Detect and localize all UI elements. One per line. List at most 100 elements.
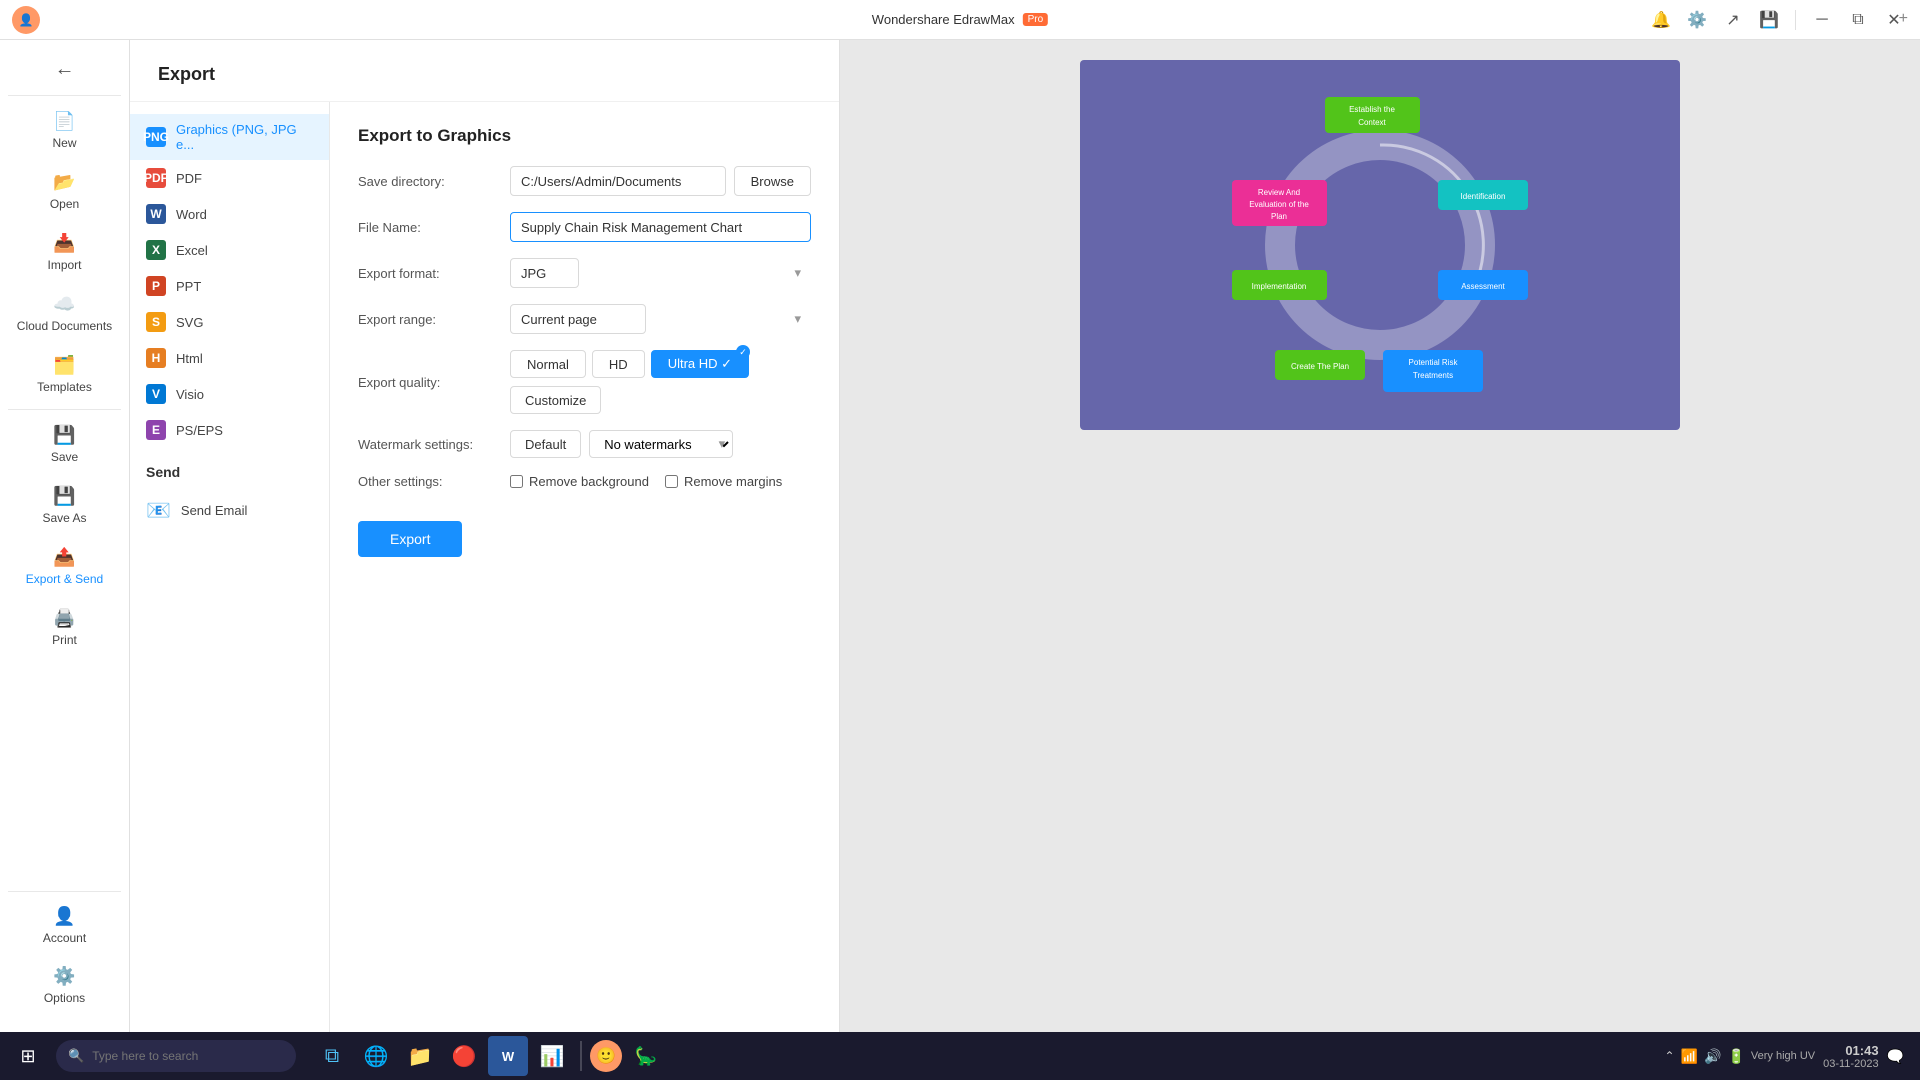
user-avatar[interactable]: 👤: [12, 6, 40, 34]
notification-icon[interactable]: 🔔: [1647, 6, 1675, 34]
sidebar-item-export[interactable]: 📤 Export & Send: [6, 537, 123, 596]
cycle-diagram-svg: Establish the Context Identification Ass…: [1220, 85, 1540, 405]
taskbar-app-chrome[interactable]: 🔴: [444, 1036, 484, 1076]
start-button[interactable]: ⊞: [8, 1036, 48, 1076]
sidebar-item-print[interactable]: 🖨️ Print: [6, 598, 123, 657]
file-name-input[interactable]: [510, 212, 811, 242]
cloud-icon: ☁️: [53, 294, 75, 315]
quality-ultrahd-button[interactable]: Ultra HD ✓: [651, 350, 749, 378]
sidebar-item-options[interactable]: ⚙️ Options: [6, 956, 123, 1015]
sidebar-item-cloud[interactable]: ☁️ Cloud Documents: [6, 284, 123, 343]
export-range-select[interactable]: Current page All pages Selected objects: [510, 304, 646, 334]
restore-button[interactable]: ⧉: [1844, 6, 1872, 34]
minimize-button[interactable]: ─: [1808, 6, 1836, 34]
other-settings-label: Other settings:: [358, 474, 498, 489]
watermark-label: Watermark settings:: [358, 437, 498, 452]
preview-area: Establish the Context Identification Ass…: [840, 40, 1920, 1032]
taskbar-app-browser1[interactable]: 🌐: [356, 1036, 396, 1076]
save-directory-input[interactable]: [510, 166, 726, 196]
main-area: ← 📄 New + 📂 Open 📥 Import ☁️ Cloud Docum…: [0, 40, 1920, 1032]
share-icon[interactable]: ↗: [1719, 6, 1747, 34]
sidebar-item-open[interactable]: 📂 Open: [6, 162, 123, 221]
watermark-control: Default No watermarks Add watermark: [510, 430, 811, 458]
taskbar: ⊞ 🔍 ⧉ 🌐 📁 🔴 W 📊 🙂 🦕 ⌃ 📶 🔊 🔋 Very high UV…: [0, 1032, 1920, 1080]
taskbar-search-input[interactable]: [92, 1049, 272, 1063]
save-directory-control: Browse: [510, 166, 811, 196]
quality-normal-button[interactable]: Normal: [510, 350, 586, 378]
sub-sidebar-ppt[interactable]: P PPT: [130, 268, 329, 304]
other-settings-control: Remove background Remove margins: [510, 474, 811, 489]
svg-text:Establish the: Establish the: [1349, 105, 1395, 114]
remove-background-checkbox[interactable]: [510, 475, 523, 488]
sidebar-item-import[interactable]: 📥 Import: [6, 223, 123, 282]
sidebar-item-new[interactable]: 📄 New +: [6, 101, 123, 160]
taskbar-app-avatar[interactable]: 🙂: [590, 1040, 622, 1072]
chevron-up-icon[interactable]: ⌃: [1665, 1049, 1675, 1063]
templates-icon: 🗂️: [53, 355, 75, 376]
app-title: Wondershare EdrawMax: [872, 12, 1015, 27]
battery-icon[interactable]: 🔋: [1727, 1048, 1744, 1065]
remove-margins-checkbox[interactable]: [665, 475, 678, 488]
taskbar-app-explorer[interactable]: 📁: [400, 1036, 440, 1076]
file-name-row: File Name:: [358, 212, 811, 242]
sub-sidebar-pdf[interactable]: PDF PDF: [130, 160, 329, 196]
sub-sidebar-html[interactable]: H Html: [130, 340, 329, 376]
png-icon: PNG: [146, 127, 166, 147]
notification-center-icon[interactable]: 🗨️: [1887, 1048, 1904, 1065]
svg-text:Treatments: Treatments: [1413, 371, 1453, 380]
titlebar: 👤 Wondershare EdrawMax Pro 🔔 ⚙️ ↗ 💾 ─ ⧉ …: [0, 0, 1920, 40]
export-button[interactable]: Export: [358, 521, 462, 557]
settings-icon[interactable]: ⚙️: [1683, 6, 1711, 34]
export-format-row: Export format: JPG PNG BMP SVG: [358, 258, 811, 288]
customize-button[interactable]: Customize: [510, 386, 601, 414]
options-icon: ⚙️: [53, 966, 75, 987]
send-section: Send 📧 Send Email: [130, 448, 329, 547]
export-format-select[interactable]: JPG PNG BMP SVG: [510, 258, 579, 288]
sub-sidebar-pseps[interactable]: E PS/EPS: [130, 412, 329, 448]
sub-sidebar-visio[interactable]: V Visio: [130, 376, 329, 412]
sidebar-item-account[interactable]: 👤 Account: [6, 896, 123, 955]
browse-button[interactable]: Browse: [734, 166, 811, 196]
remove-margins-option[interactable]: Remove margins: [665, 474, 782, 489]
email-icon: 📧: [146, 498, 171, 523]
sub-sidebar-graphics[interactable]: PNG Graphics (PNG, JPG e...: [130, 114, 329, 160]
word-label: Word: [176, 207, 207, 222]
export-quality-control: Normal HD Ultra HD ✓ Customize: [510, 350, 811, 414]
quality-hd-button[interactable]: HD: [592, 350, 645, 378]
export-range-row: Export range: Current page All pages Sel…: [358, 304, 811, 334]
back-button[interactable]: ←: [0, 48, 129, 91]
network-icon[interactable]: 📶: [1681, 1048, 1698, 1065]
sidebar-bottom: 👤 Account ⚙️ Options: [0, 887, 129, 1024]
taskbar-app-widgets[interactable]: ⧉: [312, 1036, 352, 1076]
sub-sidebar-svg[interactable]: S SVG: [130, 304, 329, 340]
sidebar-item-cloud-label: Cloud Documents: [17, 319, 112, 333]
taskbar-time[interactable]: 01:43 03-11-2023: [1823, 1043, 1878, 1070]
visio-label: Visio: [176, 387, 204, 402]
save-icon: 💾: [53, 425, 75, 446]
remove-background-option[interactable]: Remove background: [510, 474, 649, 489]
send-email-label: Send Email: [181, 503, 247, 518]
sub-sidebar-excel[interactable]: X Excel: [130, 232, 329, 268]
svg-text:Identification: Identification: [1461, 192, 1506, 201]
svg-text:Plan: Plan: [1271, 212, 1287, 221]
taskbar-app-word[interactable]: W: [488, 1036, 528, 1076]
send-email-item[interactable]: 📧 Send Email: [146, 490, 313, 531]
taskbar-clock: 01:43: [1823, 1043, 1878, 1058]
save-icon[interactable]: 💾: [1755, 6, 1783, 34]
watermark-select[interactable]: No watermarks Add watermark: [589, 430, 733, 458]
html-label: Html: [176, 351, 203, 366]
export-inner: PNG Graphics (PNG, JPG e... PDF PDF W Wo…: [130, 102, 839, 1032]
sidebar-item-saveas[interactable]: 💾 Save As: [6, 476, 123, 535]
speaker-icon[interactable]: 🔊: [1704, 1048, 1721, 1065]
sub-sidebar-word[interactable]: W Word: [130, 196, 329, 232]
watermark-default-button[interactable]: Default: [510, 430, 581, 458]
taskbar-app-dino[interactable]: 🦕: [626, 1036, 666, 1076]
sidebar-item-save[interactable]: 💾 Save: [6, 415, 123, 474]
sidebar-item-options-label: Options: [44, 991, 85, 1005]
taskbar-search-area[interactable]: 🔍: [56, 1040, 296, 1072]
print-icon: 🖨️: [53, 608, 75, 629]
sidebar-item-templates[interactable]: 🗂️ Templates: [6, 345, 123, 404]
pro-badge: Pro: [1023, 13, 1049, 26]
taskbar-app-edraw[interactable]: 📊: [532, 1036, 572, 1076]
save-directory-row: Save directory: Browse: [358, 166, 811, 196]
